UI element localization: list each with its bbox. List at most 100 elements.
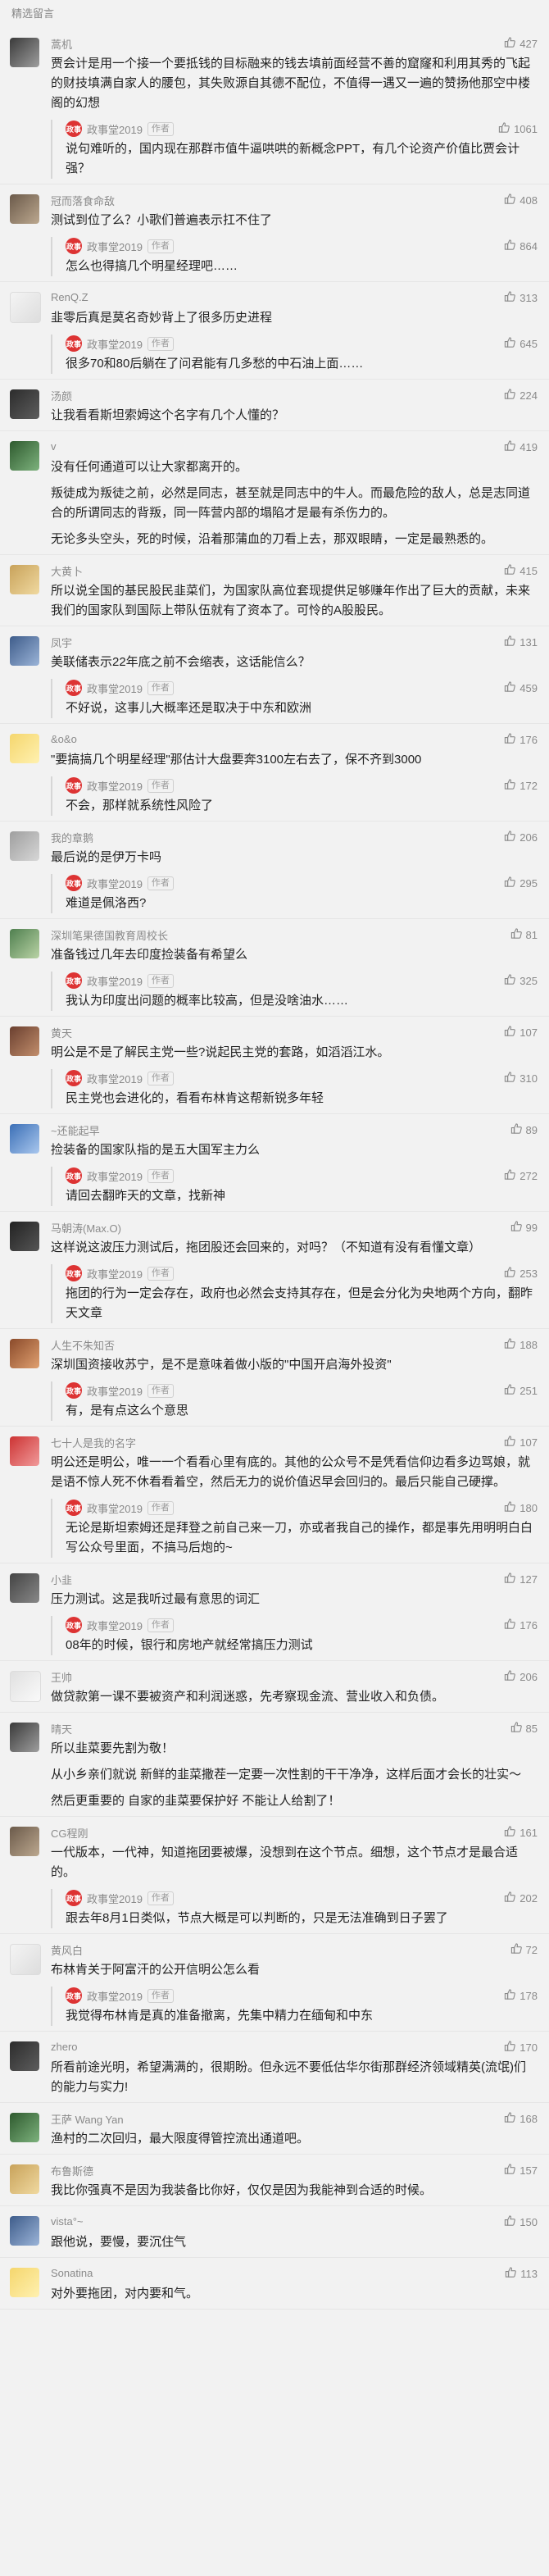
like-count: 107 [520, 1026, 538, 1039]
reply-like-button[interactable]: 178 [504, 1988, 538, 2003]
author-avatar: 政事 [66, 238, 82, 254]
like-button[interactable]: 170 [504, 2040, 538, 2055]
avatar[interactable] [10, 194, 39, 224]
avatar[interactable] [10, 2113, 39, 2142]
commenter-name[interactable]: 七十人是我的名字 [51, 1437, 136, 1450]
like-button[interactable]: 107 [504, 1025, 538, 1040]
avatar[interactable] [10, 1944, 41, 1975]
like-button[interactable]: 89 [510, 1122, 538, 1137]
commenter-name[interactable]: 汤颜 [51, 390, 72, 403]
commenter-name[interactable]: 布鲁斯德 [51, 2165, 93, 2178]
commenter-name[interactable]: v [51, 440, 57, 453]
avatar[interactable] [10, 831, 39, 861]
reply-like-button[interactable]: 325 [504, 973, 538, 988]
reply-like-button[interactable]: 864 [504, 239, 538, 253]
like-button[interactable]: 427 [504, 36, 538, 51]
thumbs-up-icon [510, 1220, 523, 1235]
commenter-name[interactable]: 晴天 [51, 1723, 72, 1736]
like-button[interactable]: 81 [510, 927, 538, 942]
avatar[interactable] [10, 1436, 39, 1466]
reply-like-button[interactable]: 295 [504, 876, 538, 890]
commenter-name[interactable]: vista°~ [51, 2215, 84, 2228]
commenter-name[interactable]: 蒿机 [51, 39, 72, 51]
avatar[interactable] [10, 1723, 39, 1752]
like-count: 176 [520, 733, 538, 746]
avatar[interactable] [10, 1339, 39, 1368]
commenter-name[interactable]: 小韭 [51, 1574, 72, 1586]
reply-like-button[interactable]: 310 [504, 1071, 538, 1085]
avatar[interactable] [10, 2268, 39, 2297]
commenter-name[interactable]: CG程刚 [51, 1827, 88, 1840]
like-button[interactable]: 85 [510, 1721, 538, 1736]
commenter-name[interactable]: 王帅 [51, 1672, 72, 1684]
like-button[interactable]: 107 [504, 1435, 538, 1450]
like-button[interactable]: 419 [504, 439, 538, 454]
thumbs-up-icon [510, 1942, 523, 1957]
like-count: 168 [520, 2112, 538, 2125]
avatar[interactable] [10, 1671, 41, 1702]
avatar[interactable] [10, 929, 39, 958]
commenter-name[interactable]: ~还能起早 [51, 1125, 100, 1137]
avatar[interactable] [10, 636, 39, 666]
reply-like-button[interactable]: 172 [504, 778, 538, 793]
commenter-name[interactable]: zhero [51, 2041, 78, 2053]
author-reply: 政事 政事堂2019 作者 325 我认为印度出问题的概率比较高，但是没啥油水…… [51, 972, 538, 1011]
like-button[interactable]: 113 [505, 2266, 538, 2281]
commenter-name[interactable]: 黄天 [51, 1027, 72, 1040]
commenter-name[interactable]: 冠而落食命敌 [51, 195, 115, 207]
commenter-name[interactable]: 王萨 Wang Yan [51, 2114, 124, 2126]
reply-like-button[interactable]: 272 [504, 1168, 538, 1183]
like-button[interactable]: 313 [504, 290, 538, 305]
like-button[interactable]: 188 [504, 1337, 538, 1352]
like-button[interactable]: 161 [504, 1825, 538, 1840]
avatar[interactable] [10, 2041, 39, 2071]
commenter-name[interactable]: 人生不朱知否 [51, 1340, 115, 1352]
reply-like-button[interactable]: 180 [504, 1500, 538, 1515]
avatar[interactable] [10, 389, 39, 419]
avatar[interactable] [10, 1026, 39, 1056]
like-button[interactable]: 99 [510, 1220, 538, 1235]
commenter-name[interactable]: &o&o [51, 733, 77, 745]
reply-like-button[interactable]: 459 [504, 680, 538, 695]
like-button[interactable]: 206 [504, 830, 538, 844]
like-button[interactable]: 176 [504, 732, 538, 747]
like-button[interactable]: 168 [504, 2111, 538, 2126]
reply-like-button[interactable]: 176 [504, 1618, 538, 1632]
author-name: 政事堂2019 [87, 123, 143, 136]
commenter-name[interactable]: 深圳笔果德国教育周校长 [51, 930, 168, 942]
reply-like-button[interactable]: 1061 [498, 121, 538, 136]
avatar[interactable] [10, 1827, 39, 1856]
comment-paragraph: 深圳国资接收苏宁，是不是意味着做小版的"中国开启海外投资" [51, 1358, 392, 1372]
commenter-name[interactable]: 黄风白 [51, 1945, 83, 1957]
avatar[interactable] [10, 441, 39, 471]
like-button[interactable]: 150 [504, 2214, 538, 2229]
like-button[interactable]: 224 [504, 388, 538, 403]
avatar[interactable] [10, 1222, 39, 1251]
commenter-name[interactable]: 马朝涛(Max.O) [51, 1222, 121, 1235]
commenter-name[interactable]: RenQ.Z [51, 291, 88, 303]
avatar[interactable] [10, 38, 39, 67]
like-button[interactable]: 72 [510, 1942, 538, 1957]
avatar[interactable] [10, 2216, 39, 2246]
avatar[interactable] [10, 565, 39, 594]
like-button[interactable]: 408 [504, 193, 538, 207]
avatar[interactable] [10, 734, 39, 763]
avatar[interactable] [10, 1573, 39, 1603]
commenter-name[interactable]: Sonatina [51, 2267, 93, 2279]
reply-like-button[interactable]: 253 [504, 1266, 538, 1281]
commenter-name[interactable]: 我的章鹅 [51, 832, 93, 844]
reply-like-button[interactable]: 251 [504, 1383, 538, 1398]
like-button[interactable]: 206 [504, 1669, 538, 1684]
avatar[interactable] [10, 292, 41, 323]
like-count: 178 [520, 1989, 538, 2002]
reply-like-button[interactable]: 202 [504, 1891, 538, 1905]
commenter-name[interactable]: 凤宇 [51, 637, 72, 649]
commenter-name[interactable]: 大黄卜 [51, 566, 83, 578]
avatar[interactable] [10, 1124, 39, 1154]
like-button[interactable]: 127 [504, 1572, 538, 1586]
avatar[interactable] [10, 2164, 39, 2194]
like-button[interactable]: 415 [504, 563, 538, 578]
like-button[interactable]: 131 [504, 635, 538, 649]
like-button[interactable]: 157 [504, 2163, 538, 2178]
reply-like-button[interactable]: 645 [504, 336, 538, 351]
